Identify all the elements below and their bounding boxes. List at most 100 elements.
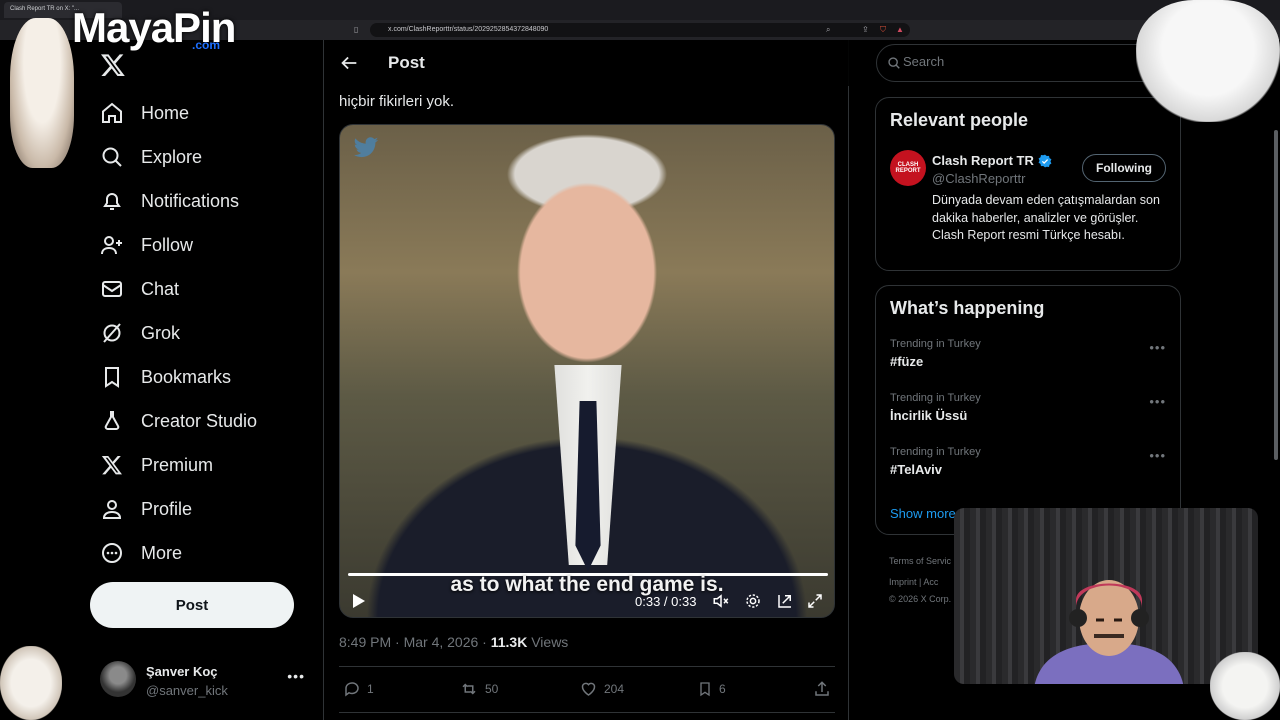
like-count: 204: [604, 682, 625, 696]
trend-item[interactable]: Trending in Turkey #TelAviv •••: [890, 446, 1170, 490]
fullscreen-icon[interactable]: [806, 592, 824, 610]
account-switcher[interactable]: Şanver Koç @sanver_kick •••: [100, 656, 315, 706]
trend-item[interactable]: Trending in Turkey #füze •••: [890, 338, 1170, 382]
sidebar-item-label: Home: [141, 102, 190, 123]
card-title: What’s happening: [890, 298, 1045, 318]
more-dots-icon[interactable]: •••: [287, 668, 305, 684]
video-player[interactable]: as to what the end game is. 0:33 / 0:33: [339, 124, 835, 618]
search-box[interactable]: [876, 44, 1176, 82]
relevant-person-handle: @ClashReporttr: [932, 171, 1026, 186]
page-title: Post: [388, 53, 425, 72]
views-count: 11.3K: [490, 634, 528, 650]
video-time: 0:33 / 0:33: [635, 594, 697, 609]
sidebar-item-notifications[interactable]: Notifications: [90, 179, 239, 223]
cat-sticker-bottom-right-icon: [1210, 652, 1280, 720]
scrollbar-thumb[interactable]: [1274, 130, 1278, 460]
sidebar-item-chat[interactable]: Chat: [90, 267, 179, 311]
footer-link-terms[interactable]: Terms of Servic: [889, 556, 951, 566]
sidebar-item-label: Premium: [141, 454, 214, 475]
heart-icon: [581, 682, 596, 696]
more-circle-icon: [90, 531, 134, 575]
share-icon[interactable]: ⇪: [862, 25, 869, 34]
share-button[interactable]: [813, 678, 831, 700]
post-button[interactable]: Post: [90, 582, 294, 628]
bookmark-icon: [90, 355, 134, 399]
x-icon: [90, 443, 134, 487]
divider: [339, 712, 835, 713]
sidebar-item-more[interactable]: More: [90, 531, 182, 575]
post-timestamp: 8:49 PM · Mar 4, 2026 ·: [339, 634, 491, 650]
cat-sticker-top-right-icon: [1136, 0, 1280, 122]
search-icon: [90, 135, 134, 179]
sidebar-item-grok[interactable]: Grok: [90, 311, 180, 355]
account-handle: @sanver_kick: [146, 683, 228, 698]
relevant-person-bio: Dünyada devam eden çatışmalardan son dak…: [932, 193, 1160, 242]
reply-button[interactable]: 1: [343, 678, 374, 700]
divider: [339, 666, 835, 667]
footer-copyright: © 2026 X Corp.: [889, 594, 952, 604]
trend-name: #füze: [890, 354, 924, 369]
back-arrow-icon[interactable]: [338, 52, 360, 74]
more-dots-icon[interactable]: •••: [1149, 448, 1166, 463]
more-dots-icon[interactable]: •••: [1149, 394, 1166, 409]
twitter-bird-watermark-icon: [353, 137, 379, 158]
volume-icon[interactable]: [712, 592, 730, 610]
whats-happening-card: What’s happening Trending in Turkey #füz…: [875, 285, 1181, 535]
grok-icon: [90, 311, 134, 355]
overlay-logo-suffix: .com: [192, 38, 221, 52]
footer-link-imprint[interactable]: Imprint | Acc: [889, 577, 938, 587]
avatar[interactable]: CLASH REPORT: [890, 150, 926, 186]
reply-count: 1: [367, 682, 374, 696]
sidebar-item-bookmarks[interactable]: Bookmarks: [90, 355, 231, 399]
picture-in-picture-icon[interactable]: [776, 592, 794, 610]
account-name: Şanver Koç: [146, 664, 218, 679]
search-input[interactable]: [903, 54, 1163, 69]
sidebar-item-label: More: [141, 542, 183, 563]
rewards-icon[interactable]: ▲: [896, 25, 904, 34]
like-button[interactable]: 204: [579, 678, 624, 700]
mail-icon: [90, 267, 134, 311]
person-add-icon: [90, 223, 134, 267]
relevant-person-name: Clash Report TR: [932, 153, 1034, 168]
sidebar-item-label: Notifications: [141, 190, 240, 211]
trend-name: İncirlik Üssü: [890, 408, 968, 423]
bookmark-page-icon[interactable]: ▯: [354, 25, 358, 34]
zoom-icon[interactable]: ⌕: [826, 25, 830, 35]
more-dots-icon[interactable]: •••: [1149, 340, 1166, 355]
streamer-figure-icon: [1034, 580, 1184, 684]
sidebar-item-label: Explore: [141, 146, 203, 167]
post-text: hiçbir fikirleri yok.: [339, 93, 455, 110]
flask-icon: [90, 399, 134, 443]
bookmark-button[interactable]: 6: [697, 678, 726, 700]
show-more-link[interactable]: Show more: [890, 506, 956, 521]
sidebar-item-home[interactable]: Home: [90, 91, 189, 135]
relevant-person-name-row[interactable]: Clash Report TR: [932, 153, 1052, 168]
repost-icon: [462, 683, 476, 695]
post-actions: 1 50 204 6: [339, 674, 835, 704]
page-scrollbar[interactable]: [1272, 40, 1280, 720]
sidebar-item-premium[interactable]: Premium: [90, 443, 213, 487]
repost-count: 50: [485, 682, 499, 696]
sidebar-item-label: Grok: [141, 322, 181, 343]
trend-item[interactable]: Trending in Turkey İncirlik Üssü •••: [890, 392, 1170, 436]
sidebar-item-creator-studio[interactable]: Creator Studio: [90, 399, 257, 443]
avatar: [100, 661, 136, 697]
settings-gear-icon[interactable]: [744, 592, 762, 610]
views-label: Views: [527, 634, 569, 650]
sidebar-item-label: Bookmarks: [141, 366, 232, 387]
sidebar-item-label: Creator Studio: [141, 410, 258, 431]
x-logo-icon[interactable]: [100, 52, 126, 78]
brave-shield-icon[interactable]: ⛉: [880, 25, 886, 35]
sidebar-item-explore[interactable]: Explore: [90, 135, 202, 179]
webcam-overlay: [954, 508, 1258, 684]
card-title: Relevant people: [890, 110, 1029, 130]
sidebar-item-follow[interactable]: Follow: [90, 223, 193, 267]
following-button[interactable]: Following: [1082, 154, 1166, 182]
sidebar-item-profile[interactable]: Profile: [90, 487, 192, 531]
trend-name: #TelAviv: [890, 462, 943, 477]
sidebar-item-label: Chat: [141, 278, 180, 299]
trend-meta: Trending in Turkey: [890, 338, 981, 350]
share-icon: [815, 681, 829, 696]
repost-button[interactable]: 50: [459, 678, 498, 700]
play-icon[interactable]: [350, 593, 366, 609]
